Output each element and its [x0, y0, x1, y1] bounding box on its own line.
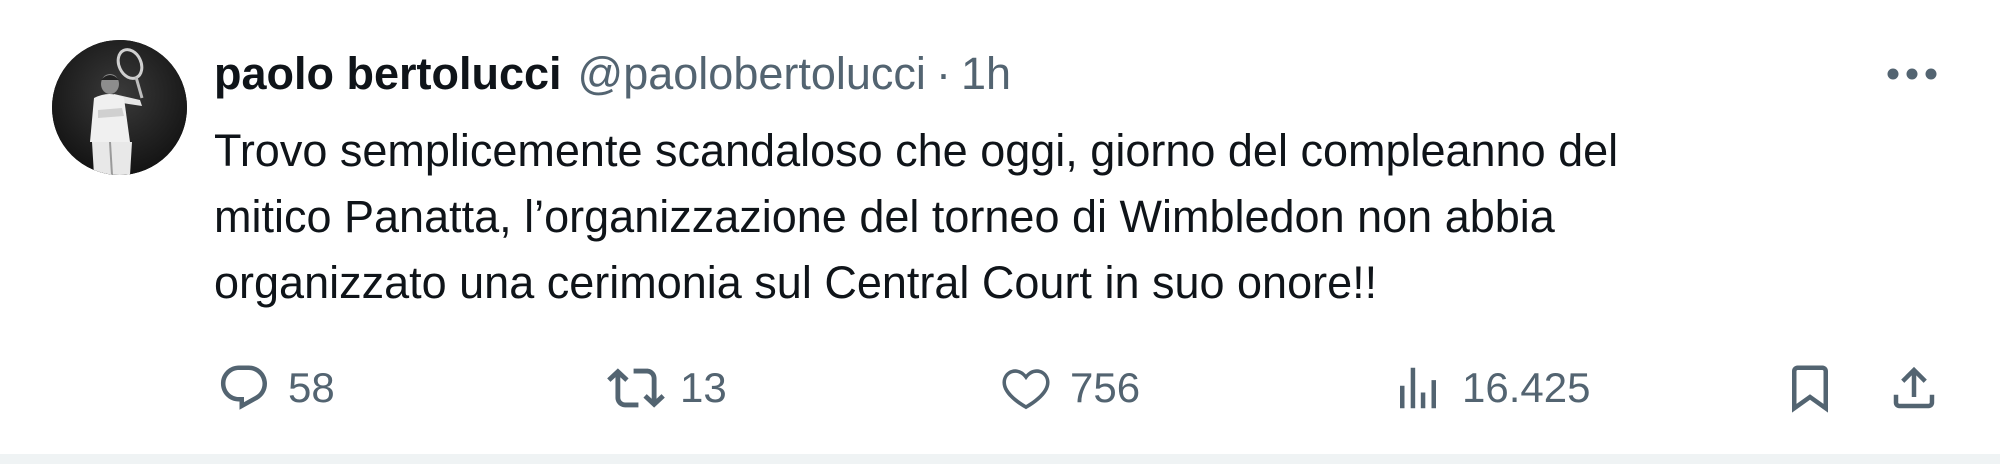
repost-count: 13 [680, 364, 727, 411]
views-button[interactable]: 16.425 [1388, 352, 1590, 424]
more-horizontal-icon [1887, 68, 1937, 80]
divider [0, 454, 2000, 464]
tweet-actions: 58 13 756 16.425 [0, 352, 2000, 424]
views-count: 16.425 [1462, 364, 1591, 411]
share-button[interactable] [1884, 352, 1944, 424]
like-button[interactable]: 756 [996, 352, 1140, 424]
author-display-name[interactable]: paolo bertolucci [214, 44, 562, 104]
timestamp[interactable]: 1h [961, 44, 1011, 104]
reply-button[interactable]: 58 [214, 352, 335, 424]
separator-dot: · [935, 48, 951, 99]
bookmark-icon [1780, 358, 1840, 418]
avatar-photo [52, 40, 187, 175]
author-handle[interactable]: @paolobertolucci [578, 44, 926, 104]
share-upload-icon [1884, 358, 1944, 418]
reply-count: 58 [288, 364, 335, 411]
bookmark-button[interactable] [1780, 352, 1840, 424]
reply-bubble-icon [214, 358, 274, 418]
tweet-card[interactable]: paolo bertolucci @paolobertolucci · 1h T… [0, 0, 2000, 454]
avatar[interactable] [52, 40, 187, 175]
repost-arrows-icon [606, 358, 666, 418]
tweet-text: Trovo semplicemente scandaloso che oggi,… [214, 125, 1619, 308]
more-options-button[interactable] [1880, 52, 1944, 96]
like-count: 756 [1070, 364, 1141, 411]
views-bar-chart-icon [1388, 358, 1448, 418]
tweet-header: paolo bertolucci @paolobertolucci · 1h [214, 44, 1011, 104]
repost-button[interactable]: 13 [606, 352, 727, 424]
heart-icon [996, 358, 1056, 418]
